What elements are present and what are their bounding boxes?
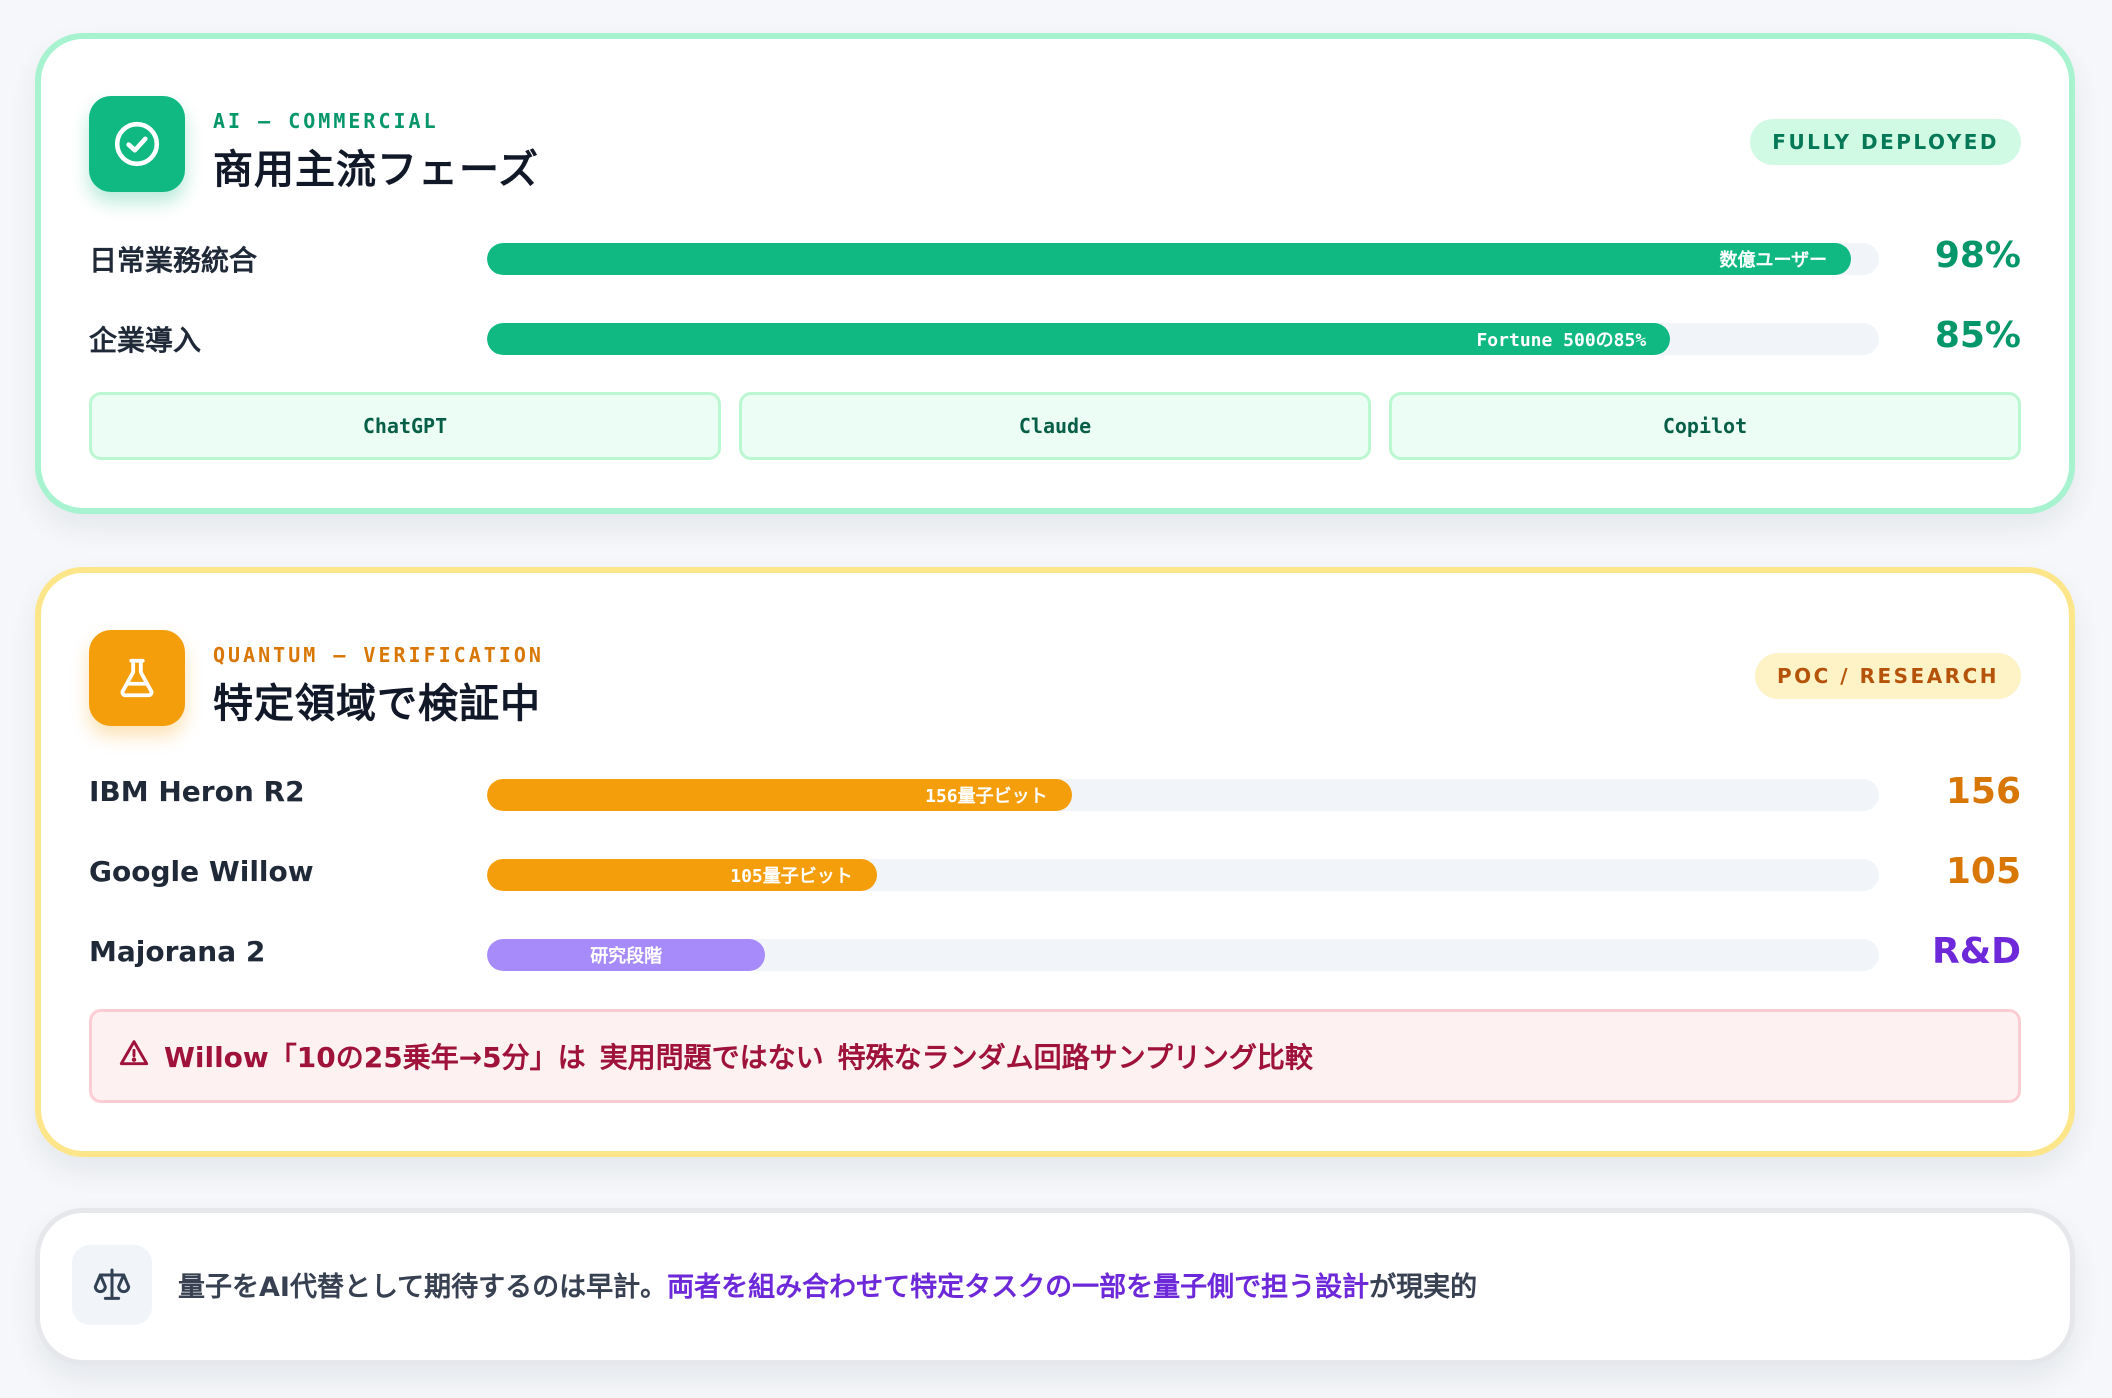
conclusion-text-lead: 量子をAI代替として期待するのは早計。 — [178, 1272, 668, 1303]
quantum-status-badge: POC / RESEARCH — [1755, 653, 2021, 699]
flask-icon — [89, 630, 185, 726]
ai-row-enterprise: 企業導入 Fortune 500の85% 85% — [89, 313, 2021, 361]
warning-text-part: 特殊なランダム回路サンプリング比較 — [837, 1041, 1313, 1074]
quantum-row-value: 105 — [1945, 851, 2021, 892]
ai-status-badge: FULLY DEPLOYED — [1750, 119, 2021, 165]
warning-text-part: 実用問題ではない — [599, 1041, 824, 1074]
progress-track: 156量子ビット — [487, 779, 1879, 811]
progress-fill-label: 105量子ビット — [730, 866, 853, 887]
quantum-row-label: Majorana 2 — [89, 935, 266, 968]
chip-copilot[interactable]: Copilot — [1389, 392, 2021, 460]
warning-triangle-icon — [118, 1037, 150, 1076]
quantum-row-value: R&D — [1932, 931, 2021, 972]
quantum-eyebrow: QUANTUM — VERIFICATION — [213, 643, 544, 667]
progress-fill: 156量子ビット — [487, 779, 1072, 811]
ai-title: 商用主流フェーズ — [213, 147, 539, 193]
progress-fill: 105量子ビット — [487, 859, 877, 891]
quantum-verification-card: QUANTUM — VERIFICATION 特定領域で検証中 POC / RE… — [35, 567, 2075, 1157]
conclusion-text: 量子をAI代替として期待するのは早計。両者を組み合わせて特定タスクの一部を量子側… — [178, 1265, 1477, 1304]
ai-row-value: 98% — [1934, 235, 2021, 276]
progress-fill-label: Fortune 500の85% — [1476, 330, 1647, 351]
progress-fill-label: 研究段階 — [590, 946, 663, 967]
conclusion-text-tail: が現実的 — [1369, 1272, 1478, 1303]
quantum-row-ibm: IBM Heron R2 156量子ビット 156 — [89, 769, 2021, 817]
ai-eyebrow: AI — COMMERCIAL — [213, 109, 439, 133]
quantum-row-majorana: Majorana 2 研究段階 R&D — [89, 929, 2021, 977]
quantum-title: 特定領域で検証中 — [213, 681, 541, 727]
quantum-row-value: 156 — [1945, 771, 2021, 812]
ai-row-value: 85% — [1934, 315, 2021, 356]
progress-fill-label: 156量子ビット — [925, 786, 1048, 807]
quantum-row-label: Google Willow — [89, 855, 314, 888]
quantum-row-label: IBM Heron R2 — [89, 775, 305, 808]
progress-fill: 数億ユーザー — [487, 243, 1852, 275]
progress-track: 数億ユーザー — [487, 243, 1879, 275]
chip-claude[interactable]: Claude — [739, 392, 1371, 460]
quantum-row-google: Google Willow 105量子ビット 105 — [89, 849, 2021, 897]
scale-balance-icon — [72, 1245, 152, 1325]
progress-fill: 研究段階 — [487, 939, 766, 971]
progress-track: 研究段階 — [487, 939, 1879, 971]
ai-row-daily: 日常業務統合 数億ユーザー 98% — [89, 233, 2021, 281]
check-circle-icon — [89, 96, 185, 192]
progress-fill: Fortune 500の85% — [487, 323, 1671, 355]
chip-chatgpt[interactable]: ChatGPT — [89, 392, 721, 460]
ai-row-label: 日常業務統合 — [89, 244, 258, 277]
conclusion-note-card: 量子をAI代替として期待するのは早計。両者を組み合わせて特定タスクの一部を量子側… — [35, 1208, 2075, 1365]
progress-track: 105量子ビット — [487, 859, 1879, 891]
ai-row-label: 企業導入 — [89, 324, 202, 357]
warning-text: Willow「10の25乗年→5分」は 実用問題ではない 特殊なランダム回路サンプリ… — [164, 1036, 1327, 1076]
conclusion-text-highlight: 両者を組み合わせて特定タスクの一部を量子側で担う設計 — [667, 1272, 1370, 1303]
progress-track: Fortune 500の85% — [487, 323, 1879, 355]
ai-commercial-card: AI — COMMERCIAL 商用主流フェーズ FULLY DEPLOYED … — [35, 33, 2075, 514]
progress-fill-label: 数億ユーザー — [1719, 250, 1828, 271]
quantum-warning-alert: Willow「10の25乗年→5分」は 実用問題ではない 特殊なランダム回路サンプリ… — [89, 1009, 2021, 1103]
ai-product-chips: ChatGPT Claude Copilot — [89, 392, 2021, 460]
warning-text-part: Willow「10の25乗年→5分」は — [164, 1041, 586, 1074]
